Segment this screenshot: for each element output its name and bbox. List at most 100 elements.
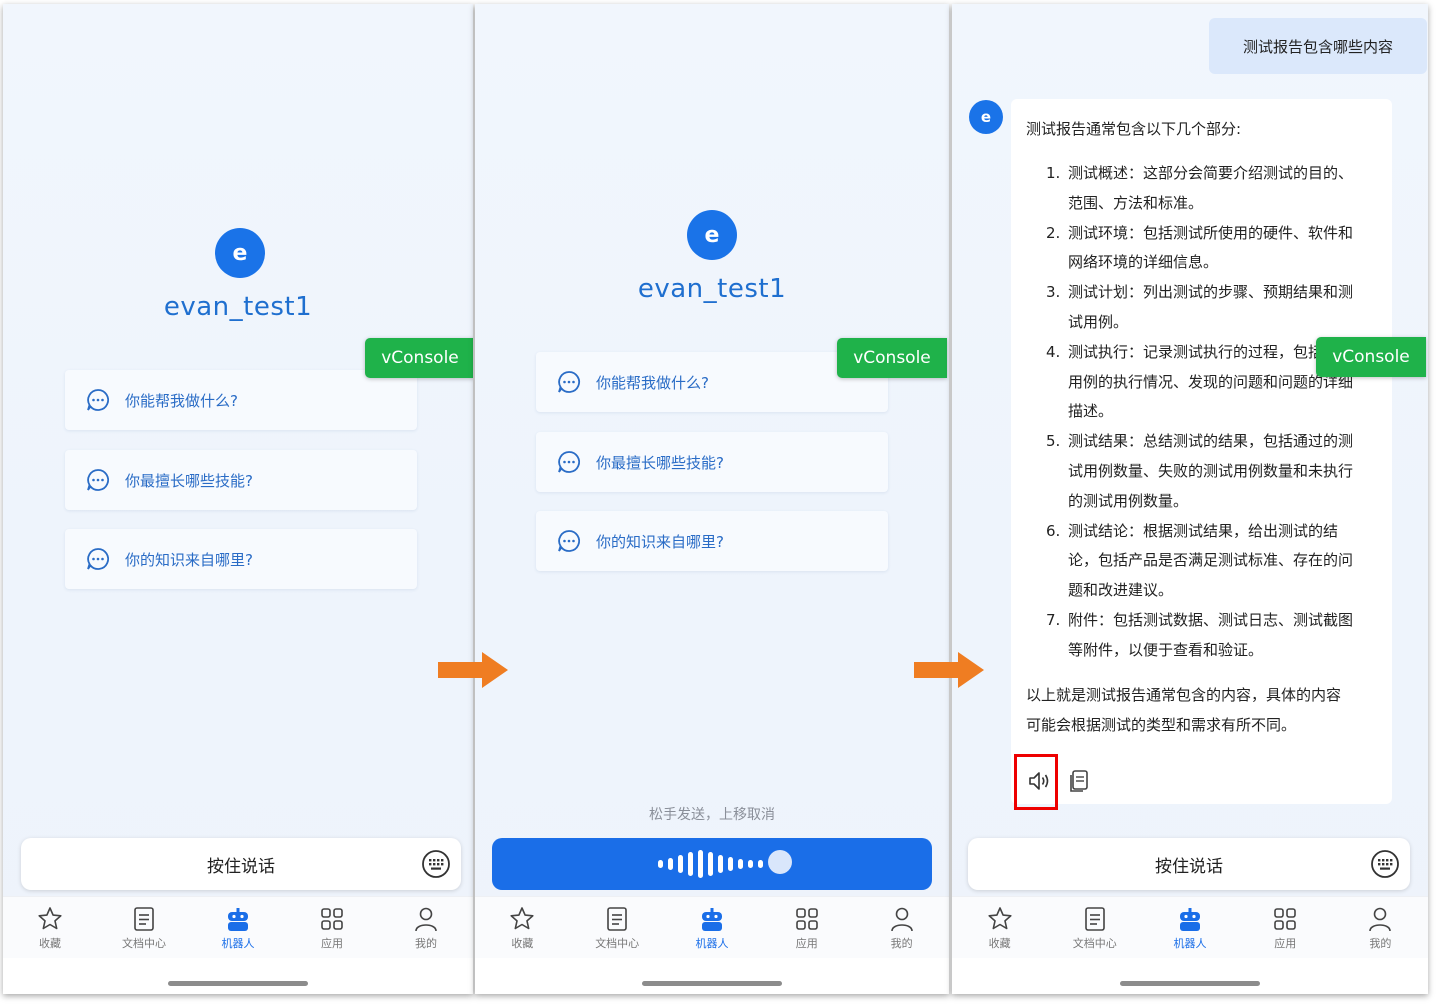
tab-me[interactable]: 我的 bbox=[379, 897, 473, 958]
reply-list-text: 试用例。 bbox=[1068, 312, 1129, 331]
tab-me[interactable]: 我的 bbox=[1333, 897, 1428, 958]
home-indicator bbox=[168, 981, 308, 986]
vconsole-button[interactable]: vConsole bbox=[365, 338, 473, 378]
reply-list-line: 等附件，以便于查看和验证。 bbox=[1046, 636, 1386, 666]
chat-bubble-icon bbox=[87, 548, 109, 570]
arrow-right-icon bbox=[438, 652, 508, 688]
tab-favorites[interactable]: 收藏 bbox=[3, 897, 97, 958]
reply-list-text: 试用例数量、失败的测试用例数量和未执行 bbox=[1068, 461, 1354, 480]
tab-apps[interactable]: 应用 bbox=[1238, 897, 1333, 958]
tab-label: 收藏 bbox=[511, 937, 534, 950]
reply-list-number bbox=[1046, 576, 1068, 606]
tab-label: 我的 bbox=[1369, 937, 1392, 950]
chat-bubble-icon bbox=[87, 469, 109, 491]
tab-label: 机器人 bbox=[695, 937, 729, 950]
tab-robot[interactable]: 机器人 bbox=[1142, 897, 1237, 958]
suggestion-item[interactable]: 你的知识来自哪里? bbox=[65, 529, 417, 589]
robot-icon bbox=[228, 908, 248, 931]
suggestion-item[interactable]: 你的知识来自哪里? bbox=[536, 511, 888, 571]
reply-list-text: 附件：包括测试数据、测试日志、测试截图 bbox=[1068, 610, 1354, 629]
recording-bar[interactable] bbox=[492, 838, 932, 890]
tab-label: 机器人 bbox=[1173, 937, 1207, 950]
suggestion-text: 你最擅长哪些技能? bbox=[125, 471, 253, 490]
copy-icon[interactable] bbox=[1066, 768, 1092, 794]
reply-list-text: 测试执行：记录测试执行的过程，包括测试 bbox=[1068, 342, 1354, 361]
suggestion-item[interactable]: 你最擅长哪些技能? bbox=[536, 432, 888, 492]
user-message: 测试报告包含哪些内容 bbox=[1209, 18, 1427, 74]
bottom-tab-bar: 收藏 文档中心 机器人 应用 我的 bbox=[952, 896, 1428, 958]
reply-list-number: 6. bbox=[1046, 521, 1061, 540]
reply-list-line: 试用例数量、失败的测试用例数量和未执行 bbox=[1046, 457, 1386, 487]
vconsole-button[interactable]: vConsole bbox=[1316, 337, 1426, 377]
panel-home: e evan_test1 你能帮我做什么? 你最擅长哪些技能? 你的知识来自哪里… bbox=[3, 4, 473, 994]
reply-list-text: 论，包括产品是否满足测试标准、存在的问 bbox=[1068, 551, 1354, 570]
tab-documents[interactable]: 文档中心 bbox=[1047, 897, 1142, 958]
robot-icon bbox=[701, 908, 722, 931]
hold-to-talk-button[interactable]: 按住说话 bbox=[968, 838, 1410, 890]
tab-label: 收藏 bbox=[988, 937, 1011, 950]
home-indicator-area bbox=[475, 958, 949, 994]
tab-documents[interactable]: 文档中心 bbox=[97, 897, 191, 958]
reply-list-line: 3. 测试计划：列出测试的步骤、预期结果和测 bbox=[1046, 278, 1386, 308]
reply-list-line: 2. 测试环境：包括测试所使用的硬件、软件和 bbox=[1046, 219, 1386, 249]
apps-grid-icon bbox=[795, 908, 818, 930]
reply-list-text: 测试结论：根据测试结果，给出测试的结 bbox=[1068, 521, 1339, 540]
hold-to-talk-label: 按住说话 bbox=[1155, 856, 1223, 877]
tab-me[interactable]: 我的 bbox=[854, 897, 949, 958]
reply-list-number bbox=[1046, 368, 1068, 398]
reply-list-line: 论，包括产品是否满足测试标准、存在的问 bbox=[1046, 546, 1386, 576]
star-icon bbox=[510, 907, 534, 930]
document-icon bbox=[134, 907, 154, 931]
vconsole-button[interactable]: vConsole bbox=[837, 338, 947, 378]
tab-label: 应用 bbox=[321, 937, 343, 950]
reply-intro: 测试报告通常包含以下几个部分: bbox=[1026, 120, 1242, 138]
suggestion-item[interactable]: 你最擅长哪些技能? bbox=[65, 450, 417, 510]
tab-favorites[interactable]: 收藏 bbox=[952, 897, 1047, 958]
keyboard-icon[interactable] bbox=[1370, 849, 1400, 879]
tab-label: 应用 bbox=[1274, 937, 1297, 950]
chat-bubble-icon bbox=[558, 371, 580, 393]
reply-list-text: 描述。 bbox=[1068, 402, 1114, 421]
star-icon bbox=[38, 907, 62, 930]
tab-robot[interactable]: 机器人 bbox=[665, 897, 760, 958]
robot-icon bbox=[1180, 908, 1200, 931]
reply-list-text: 测试概述：这部分会简要介绍测试的目的、 bbox=[1068, 164, 1354, 182]
star-icon bbox=[987, 907, 1012, 930]
chat-bubble-icon bbox=[558, 451, 580, 473]
home-indicator bbox=[1120, 981, 1260, 986]
suggestion-item[interactable]: 你能帮我做什么? bbox=[536, 352, 888, 412]
reply-list-line: 描述。 bbox=[1046, 397, 1386, 427]
tab-label: 我的 bbox=[415, 937, 437, 950]
reply-list-number: 4. bbox=[1046, 342, 1061, 361]
reply-list-number bbox=[1046, 308, 1068, 338]
reply-outro-line: 可能会根据测试的类型和需求有所不同。 bbox=[1026, 716, 1297, 734]
hold-to-talk-button[interactable]: 按住说话 bbox=[21, 838, 461, 890]
reply-list-text: 题和改进建议。 bbox=[1068, 581, 1174, 600]
reply-list-line: 范围、方法和标准。 bbox=[1046, 189, 1386, 219]
reply-outro: 以上就是测试报告通常包含的内容，具体的内容 可能会根据测试的类型和需求有所不同。 bbox=[1026, 680, 1386, 740]
home-indicator-area bbox=[952, 958, 1428, 994]
bot-avatar-small: e bbox=[969, 100, 1003, 134]
tab-robot[interactable]: 机器人 bbox=[191, 897, 285, 958]
reply-list-text: 用例的执行情况、发现的问题和问题的详细 bbox=[1068, 372, 1354, 391]
reply-list-number: 7. bbox=[1046, 610, 1061, 629]
suggestion-text: 你的知识来自哪里? bbox=[125, 550, 253, 569]
reply-outro-line: 以上就是测试报告通常包含的内容，具体的内容 bbox=[1026, 686, 1342, 704]
reply-list-text: 范围、方法和标准。 bbox=[1068, 193, 1204, 212]
reply-list-number bbox=[1046, 397, 1068, 427]
tab-apps[interactable]: 应用 bbox=[759, 897, 854, 958]
tab-favorites[interactable]: 收藏 bbox=[475, 897, 570, 958]
reply-list-number bbox=[1046, 487, 1068, 517]
tab-apps[interactable]: 应用 bbox=[285, 897, 379, 958]
home-indicator bbox=[642, 981, 782, 986]
reply-list-line: 1. 测试概述：这部分会简要介绍测试的目的、 bbox=[1046, 159, 1386, 189]
reply-list-line: 网络环境的详细信息。 bbox=[1046, 248, 1386, 278]
document-icon bbox=[1084, 907, 1105, 931]
tab-label: 文档中心 bbox=[595, 937, 640, 950]
reply-list-number: 5. bbox=[1046, 432, 1061, 451]
tab-documents[interactable]: 文档中心 bbox=[570, 897, 665, 958]
keyboard-icon[interactable] bbox=[421, 849, 451, 879]
apps-grid-icon bbox=[321, 908, 343, 930]
suggestion-item[interactable]: 你能帮我做什么? bbox=[65, 370, 417, 430]
bot-avatar: e bbox=[215, 228, 265, 278]
